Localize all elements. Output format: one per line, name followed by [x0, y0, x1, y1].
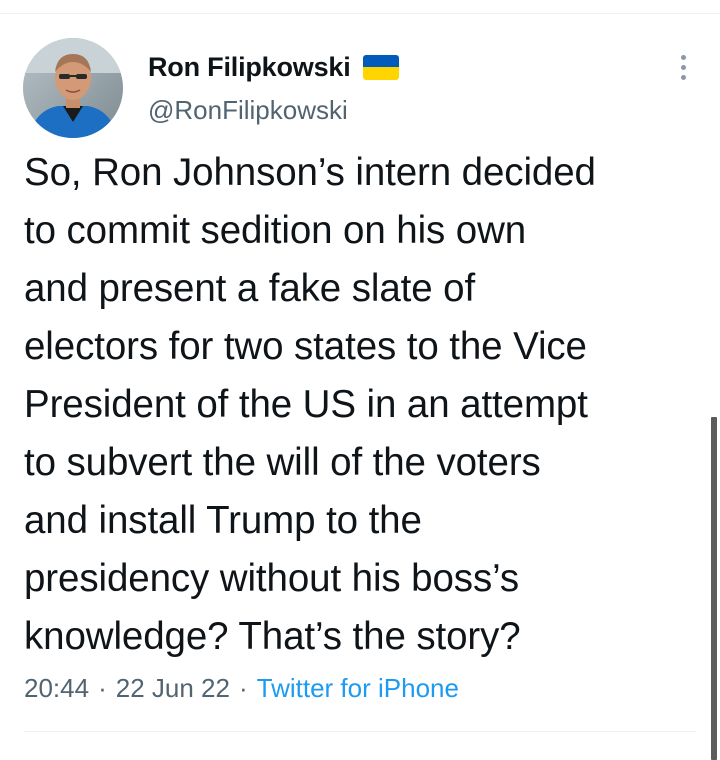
tweet-line: and install Trump to the — [24, 499, 422, 542]
tweet-metadata: 20:44 · 22 Jun 22 · Twitter for iPhone — [24, 673, 459, 704]
bottom-divider — [24, 731, 696, 732]
author-handle[interactable]: @RonFilipkowski — [148, 95, 348, 126]
tweet-line: electors for two states to the Vice — [24, 325, 587, 368]
top-divider — [0, 13, 720, 14]
tweet-time[interactable]: 20:44 — [24, 673, 89, 704]
ukraine-flag-icon — [362, 54, 399, 80]
tweet-line: President of the US in an attempt — [24, 383, 588, 426]
meta-separator: · — [238, 673, 248, 703]
author-display-name[interactable]: Ron Filipkowski — [148, 52, 351, 83]
tweet-text: So, Ron Johnson’s intern decided to comm… — [24, 144, 704, 666]
avatar[interactable] — [23, 38, 123, 138]
tweet-line: to commit sedition on his own — [24, 209, 527, 252]
tweet-date[interactable]: 22 Jun 22 — [116, 673, 230, 704]
author-name-row: Ron Filipkowski — [148, 51, 399, 83]
tweet-line: presidency without his boss’s — [24, 557, 520, 600]
more-options-icon — [680, 54, 686, 80]
avatar-image — [23, 38, 123, 138]
tweet-source-link[interactable]: Twitter for iPhone — [257, 673, 459, 704]
tweet-line: to subvert the will of the voters — [24, 441, 541, 484]
scrollbar[interactable] — [711, 417, 717, 760]
tweet-line: knowledge? That’s the story? — [24, 615, 521, 658]
tweet-line: and present a fake slate of — [24, 267, 476, 310]
more-options-button[interactable] — [669, 52, 697, 82]
tweet-line: So, Ron Johnson’s intern decided — [24, 151, 596, 194]
meta-separator: · — [98, 673, 107, 703]
